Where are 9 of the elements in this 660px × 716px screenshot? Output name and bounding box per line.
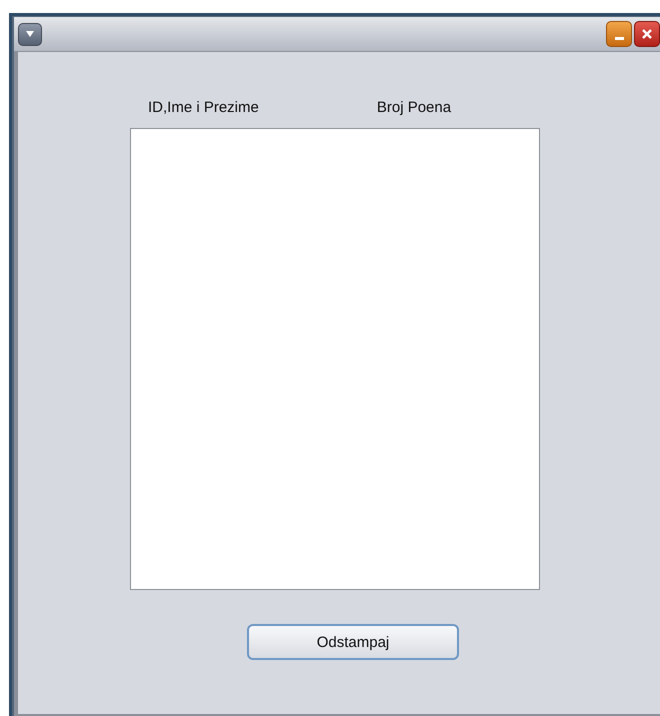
minimize-button[interactable] [606,21,632,47]
column-header: Broj Poena [376,98,452,116]
close-button[interactable] [634,21,660,47]
print-button[interactable]: Odstampaj [247,624,459,660]
caret-icon [25,30,35,38]
close-icon [641,28,653,40]
minimize-icon [614,36,624,40]
column-header: ID,Ime i Prezime [148,98,259,116]
window-menu-button[interactable] [18,22,42,46]
